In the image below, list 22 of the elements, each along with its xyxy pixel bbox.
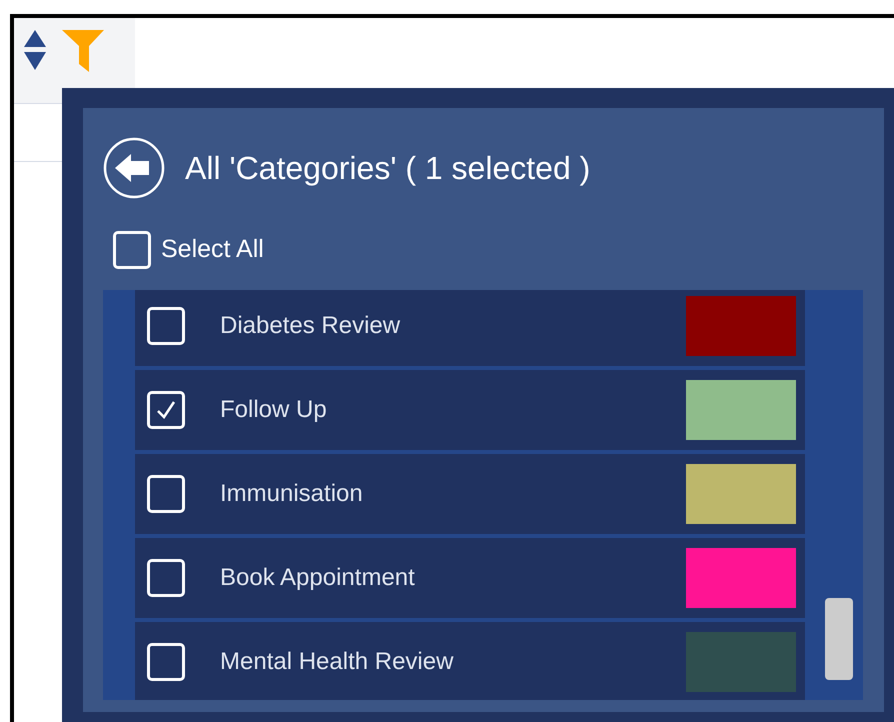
scrollbar-thumb[interactable] (825, 598, 853, 680)
checkbox[interactable] (147, 475, 185, 513)
category-label: Immunisation (220, 479, 364, 509)
sort-icon[interactable] (24, 30, 46, 70)
popup-title: All 'Categories' ( 1 selected ) (185, 148, 590, 188)
back-icon[interactable] (103, 136, 165, 198)
category-label: Diabetes Review (220, 311, 402, 341)
category-row[interactable]: Immunisation (135, 454, 805, 534)
select-all-label[interactable]: Select All (161, 231, 264, 269)
checkmark-icon (155, 399, 177, 421)
category-label: Follow Up (220, 395, 328, 425)
category-label: Mental Health Review (220, 647, 454, 677)
category-row[interactable]: Book Appointment (135, 538, 805, 618)
checkbox[interactable] (147, 643, 185, 681)
checkbox[interactable] (113, 231, 151, 269)
category-label: Book Appointment (220, 563, 416, 593)
category-row[interactable]: Follow Up (135, 370, 805, 450)
checkbox[interactable] (147, 559, 185, 597)
category-row[interactable]: Mental Health Review (135, 622, 805, 700)
checkbox[interactable] (147, 307, 185, 345)
category-row[interactable]: Diabetes Review (135, 290, 805, 366)
checkbox[interactable] (147, 391, 185, 429)
